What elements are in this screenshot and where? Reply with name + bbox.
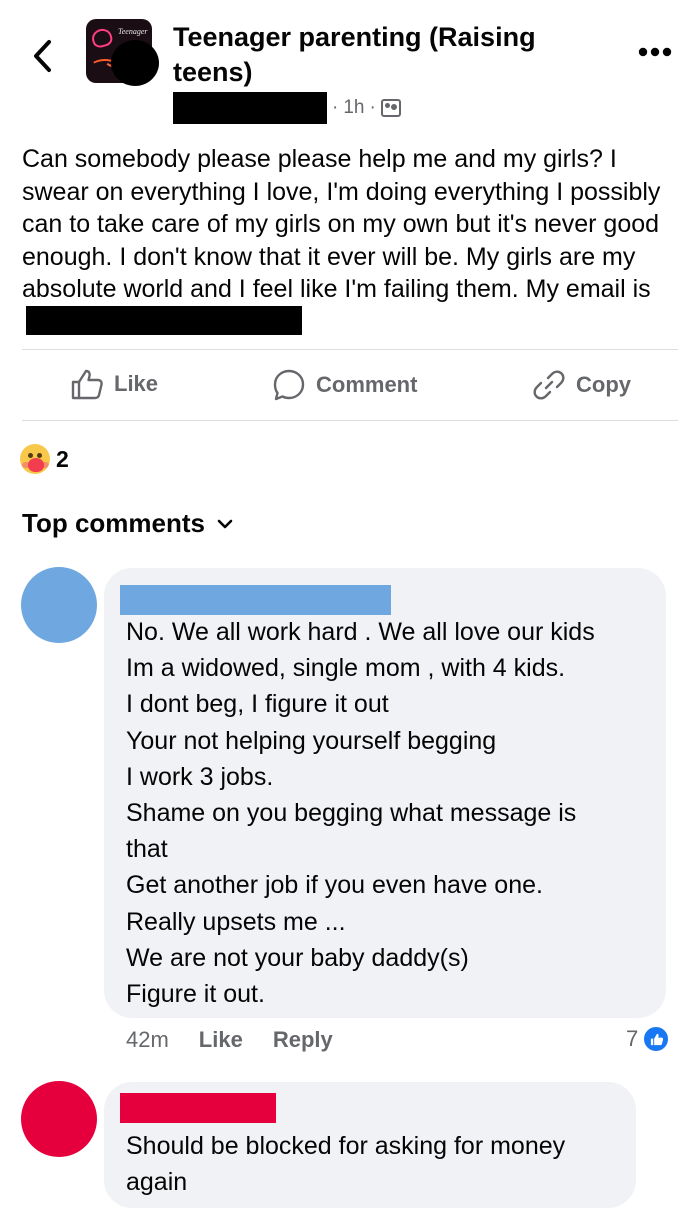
- author-name-redaction: [173, 92, 327, 124]
- reaction-count: 2: [56, 445, 69, 472]
- copy-label: Copy: [576, 372, 631, 397]
- group-icon: [380, 99, 401, 117]
- avatar-text: Teenager: [118, 27, 148, 36]
- post-time[interactable]: 1h: [343, 97, 364, 119]
- comment-text: No. We all work hard . We all love our k…: [126, 618, 595, 1009]
- comment-time[interactable]: 42m: [126, 1027, 169, 1053]
- author-avatar-redaction: [111, 40, 159, 86]
- meta-separator: ·: [369, 97, 376, 118]
- comment-bubble: No. We all work hard . We all love our k…: [104, 568, 666, 1018]
- comment-like-button[interactable]: Like: [199, 1027, 243, 1053]
- like-label: Like: [114, 371, 159, 396]
- divider: [22, 420, 678, 421]
- link-icon: [533, 370, 565, 400]
- comment-bubble: Should be blocked for asking for money a…: [104, 1082, 636, 1208]
- email-redaction: [26, 305, 302, 335]
- chevron-down-icon: [217, 519, 233, 528]
- comment-like-count: 7: [626, 1026, 639, 1051]
- care-emoji-icon: [20, 444, 50, 474]
- thumbs-up-icon: [71, 369, 103, 400]
- commenter-name-redaction: [120, 1093, 276, 1123]
- more-horizontal-icon: [638, 47, 672, 57]
- more-options-button[interactable]: [638, 38, 672, 58]
- back-button[interactable]: [28, 38, 58, 74]
- chevron-left-icon: [34, 40, 51, 72]
- meta-separator: ·: [332, 97, 339, 118]
- commenter-avatar[interactable]: [21, 567, 97, 643]
- comment-icon: [273, 369, 305, 401]
- copy-button[interactable]: Copy: [532, 368, 631, 402]
- post-action-bar: Like Comment Copy: [22, 350, 678, 420]
- comment-text: Should be blocked for asking for money a…: [126, 1132, 566, 1197]
- comment-meta: 42m Like Reply: [126, 1027, 333, 1053]
- comment-reaction-count[interactable]: 7: [626, 1025, 671, 1053]
- post-body: Can somebody please please help me and m…: [22, 143, 682, 339]
- comment-button[interactable]: Comment: [272, 368, 417, 402]
- commenter-avatar[interactable]: [21, 1081, 97, 1157]
- neon-heart-shape: [90, 26, 114, 50]
- like-button[interactable]: Like: [70, 368, 158, 400]
- post-meta: · 1h ·: [173, 92, 401, 124]
- post-header: Teenager Teenager parenting (Raising tee…: [0, 0, 700, 130]
- group-name[interactable]: Teenager parenting (Raising teens): [173, 20, 593, 90]
- comment-label: Comment: [316, 372, 418, 397]
- comment-reply-button[interactable]: Reply: [273, 1027, 333, 1053]
- post-text: Can somebody please please help me and m…: [22, 145, 661, 304]
- comments-title: Top comments: [22, 508, 205, 538]
- commenter-name-redaction: [120, 585, 391, 615]
- comments-sort-dropdown[interactable]: Top comments: [22, 508, 233, 539]
- reaction-summary[interactable]: 2: [20, 444, 69, 474]
- like-badge-icon: [642, 1025, 671, 1053]
